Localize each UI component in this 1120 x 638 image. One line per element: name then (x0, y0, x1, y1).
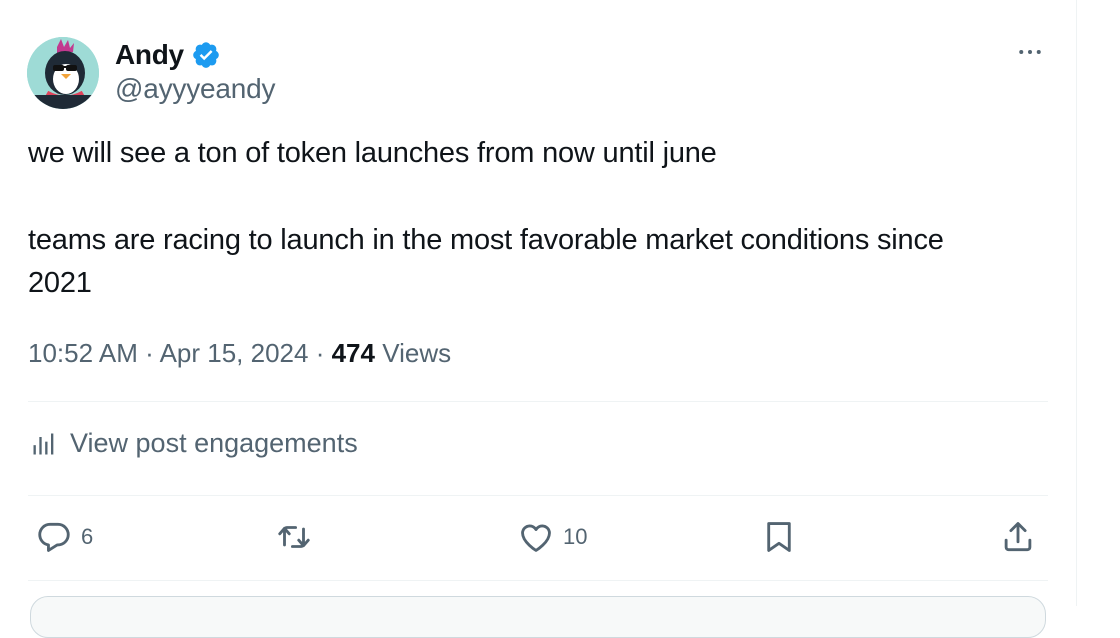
view-engagements-label: View post engagements (70, 428, 358, 458)
column-border (1076, 0, 1077, 606)
meta-separator: · (145, 338, 154, 368)
divider (28, 580, 1048, 581)
author-name-row: Andy (115, 38, 221, 72)
penguin-avatar-icon (27, 37, 99, 109)
views-count: 474 (331, 338, 375, 368)
tweet-text-line: we will see a ton of token launches from… (28, 137, 717, 169)
reply-button[interactable]: 6 (35, 518, 93, 556)
bar-chart-icon (33, 433, 54, 454)
heart-icon (521, 524, 551, 552)
bookmark-icon (767, 522, 791, 552)
meta-separator: · (315, 338, 325, 368)
views-label: Views (382, 338, 452, 368)
like-count: 10 (563, 524, 588, 549)
divider (28, 495, 1048, 496)
share-button[interactable] (999, 518, 1037, 556)
more-dots-icon[interactable] (1010, 32, 1050, 72)
reply-count: 6 (81, 524, 94, 549)
avatar[interactable] (27, 37, 99, 109)
tweet-text-line: 2021 (28, 267, 92, 299)
tweet-time[interactable]: 10:52 AM (28, 338, 138, 368)
bookmark-button[interactable] (760, 518, 798, 556)
repost-icon (278, 526, 310, 548)
tweet-text-line: teams are racing to launch in the most f… (28, 224, 944, 256)
view-engagements-link[interactable]: View post engagements (28, 428, 358, 459)
tweet-meta: 10:52 AM · Apr 15, 2024 · 474 Views (28, 338, 451, 369)
repost-button[interactable] (275, 518, 321, 556)
author-display-name[interactable]: Andy (115, 39, 184, 71)
verified-badge-icon[interactable] (191, 40, 221, 70)
share-icon (1004, 522, 1032, 552)
reply-composer[interactable] (30, 596, 1046, 638)
divider (28, 401, 1048, 402)
reply-bubble-icon (38, 522, 70, 552)
author-handle[interactable]: @ayyyeandy (115, 73, 275, 105)
like-button[interactable]: 10 (517, 518, 587, 556)
tweet-date[interactable]: Apr 15, 2024 (160, 338, 309, 368)
